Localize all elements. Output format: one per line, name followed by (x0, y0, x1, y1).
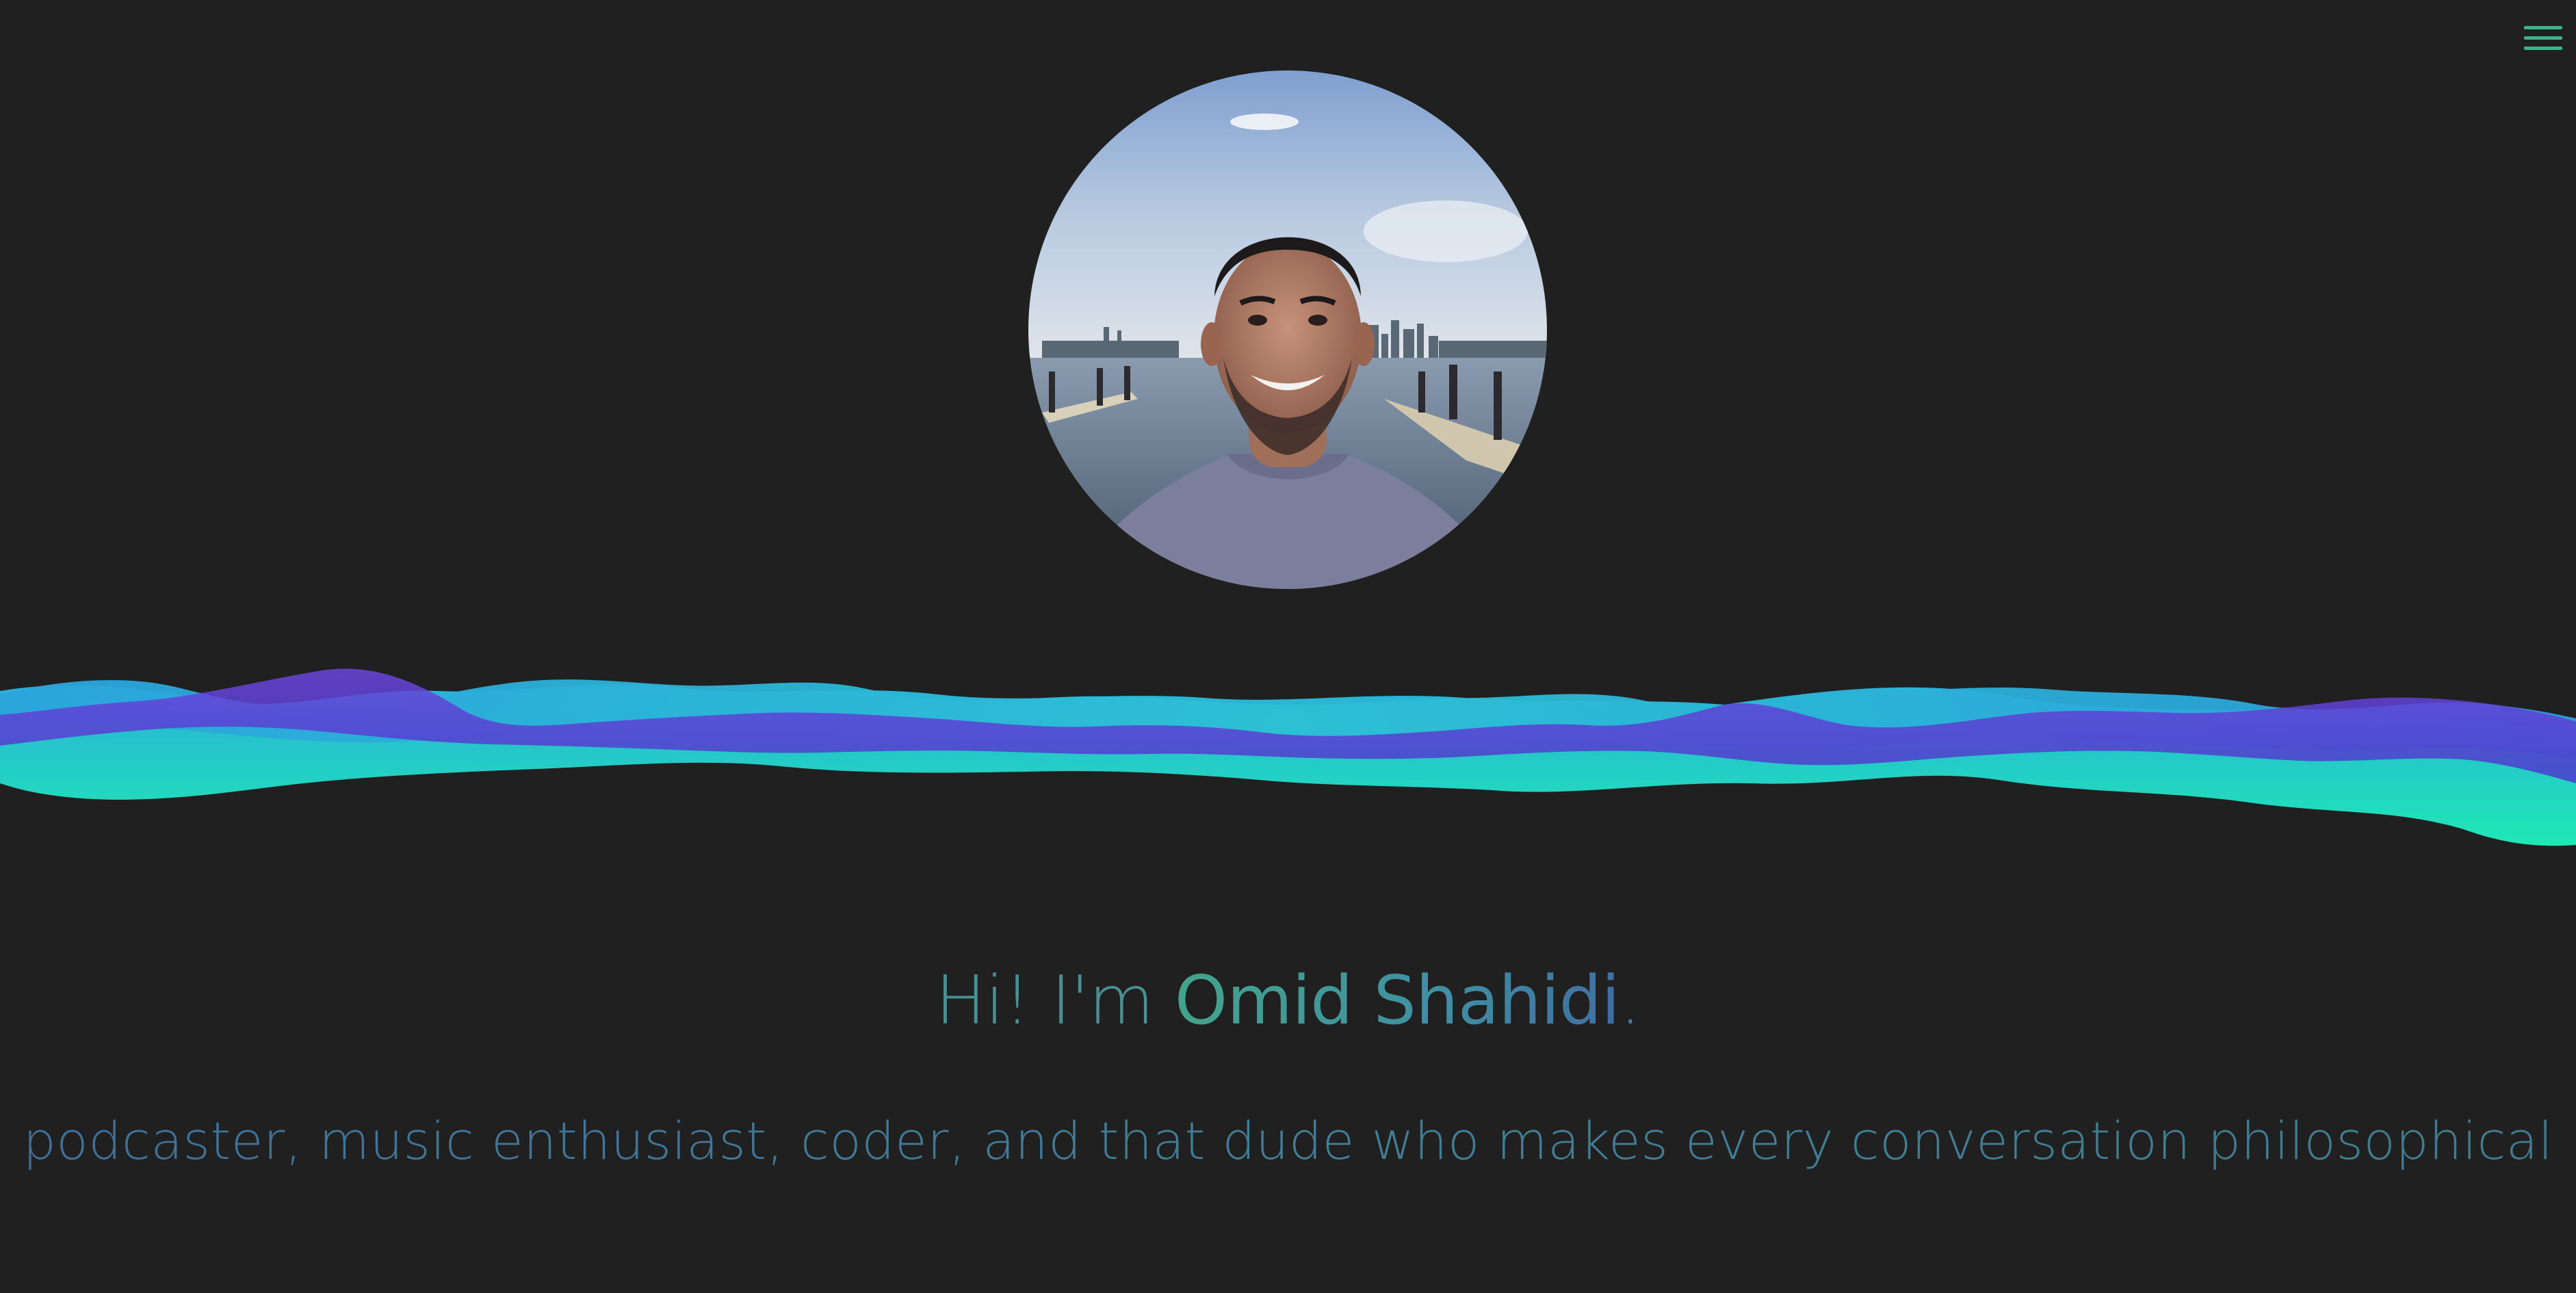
hero-greeting: Hi! I'm Omid Shahidi. (0, 956, 2576, 1045)
profile-photo (1028, 70, 1547, 589)
hero-tagline: podcaster, music enthusiast, coder, and … (0, 1107, 2576, 1175)
menu-button[interactable] (2523, 22, 2564, 55)
greeting-suffix: . (1619, 962, 1641, 1040)
audio-wave-graphic (0, 650, 2576, 855)
greeting-prefix: Hi! I'm (935, 962, 1175, 1040)
hamburger-menu-icon (2524, 26, 2562, 50)
hero-name: Omid Shahidi (1174, 962, 1620, 1040)
